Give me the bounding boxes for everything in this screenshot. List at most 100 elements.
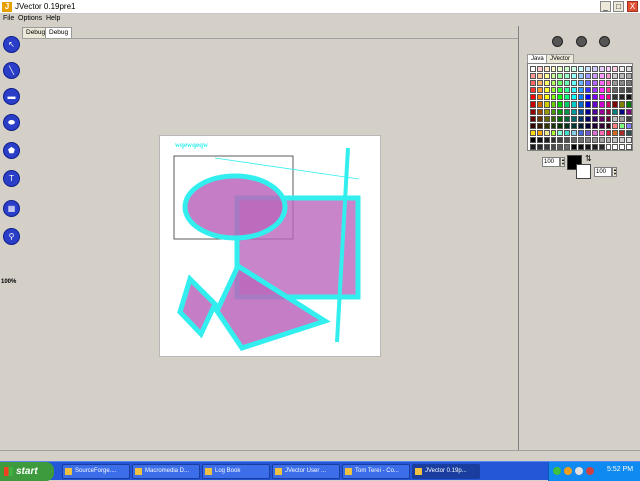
color-swatch[interactable] [605,136,612,143]
color-swatch[interactable] [557,101,564,108]
color-swatch[interactable] [564,80,571,87]
help-icon[interactable] [599,36,610,47]
color-swatch[interactable] [605,108,612,115]
color-swatch[interactable] [591,122,598,129]
color-swatch[interactable] [571,87,578,94]
color-swatch[interactable] [605,101,612,108]
layers-icon[interactable] [576,36,587,47]
color-swatch[interactable] [598,87,605,94]
color-swatch[interactable] [619,143,626,150]
color-swatch[interactable] [543,115,550,122]
color-swatch[interactable] [591,87,598,94]
color-swatch[interactable] [578,87,584,94]
task-tom-terei[interactable]: Tom Terei - Co... [342,464,410,479]
color-swatch[interactable] [619,80,626,87]
color-swatch[interactable] [550,136,557,143]
color-swatch[interactable] [612,115,619,122]
color-swatch[interactable] [550,122,557,129]
color-swatch[interactable] [605,143,612,150]
color-swatch[interactable] [598,143,605,150]
color-swatch[interactable] [530,122,536,129]
title-bar[interactable]: J JVector 0.19pre1 _ □ X [0,0,640,14]
color-swatch[interactable] [564,94,571,101]
color-swatch[interactable] [605,73,612,80]
color-swatch[interactable] [619,122,626,129]
color-swatch[interactable] [626,73,632,80]
color-swatch[interactable] [626,87,632,94]
color-swatch[interactable] [584,143,591,150]
color-swatch[interactable] [530,80,536,87]
color-swatch[interactable] [612,73,619,80]
ellipse-tool-button[interactable]: ⬬ [3,114,20,131]
color-swatch[interactable] [619,66,626,73]
color-swatch[interactable] [619,129,626,136]
color-swatch[interactable] [626,66,632,73]
color-swatch[interactable] [550,115,557,122]
task-macromedia[interactable]: Macromedia D... [132,464,200,479]
color-swatch[interactable] [619,101,626,108]
color-swatch[interactable] [536,66,543,73]
color-swatch[interactable] [543,101,550,108]
color-swatch[interactable] [578,122,584,129]
color-swatch[interactable] [605,94,612,101]
fg-alpha-stepper[interactable]: ▲ ▼ [560,157,565,167]
save-icon[interactable] [552,36,563,47]
color-swatch[interactable] [598,101,605,108]
tab-java[interactable]: Java [527,54,548,63]
color-swatch[interactable] [543,108,550,115]
color-swatch[interactable] [571,143,578,150]
color-swatch[interactable] [564,136,571,143]
color-swatch[interactable] [605,122,612,129]
color-swatch[interactable] [571,101,578,108]
color-swatch[interactable] [564,122,571,129]
color-swatch[interactable] [626,122,632,129]
color-swatch[interactable] [578,66,584,73]
color-swatch[interactable] [626,101,632,108]
color-swatch[interactable] [550,94,557,101]
color-swatch[interactable] [619,87,626,94]
menu-file[interactable]: File [3,15,14,22]
color-swatch[interactable] [536,94,543,101]
color-swatch[interactable] [605,87,612,94]
color-swatch[interactable] [550,143,557,150]
color-swatch[interactable] [571,136,578,143]
color-swatch[interactable] [612,101,619,108]
color-swatch[interactable] [564,66,571,73]
canvas-drawing[interactable]: wqewqeqw [160,136,380,356]
color-swatch[interactable] [536,87,543,94]
color-swatch[interactable] [550,129,557,136]
tray-security-icon[interactable] [575,467,583,475]
color-swatch[interactable] [571,73,578,80]
task-logbook[interactable]: Log Book [202,464,270,479]
color-swatch[interactable] [619,94,626,101]
color-swatch[interactable] [626,143,632,150]
minimize-button[interactable]: _ [600,1,611,12]
drawing-workspace[interactable]: wqewqeqw [22,38,518,450]
color-swatch[interactable] [612,87,619,94]
swap-colors-icon[interactable]: ⇅ [585,154,592,163]
color-swatch[interactable] [578,108,584,115]
color-swatch[interactable] [598,73,605,80]
color-swatch[interactable] [550,66,557,73]
color-swatch[interactable] [578,73,584,80]
color-swatch[interactable] [571,115,578,122]
color-swatch[interactable] [536,143,543,150]
color-swatch[interactable] [536,122,543,129]
color-swatch[interactable] [584,87,591,94]
color-swatch[interactable] [598,115,605,122]
color-swatch[interactable] [598,129,605,136]
color-swatch[interactable] [584,136,591,143]
color-swatch[interactable] [557,129,564,136]
color-swatch[interactable] [598,80,605,87]
color-swatch[interactable] [557,73,564,80]
tray-volume-icon[interactable] [564,467,572,475]
color-swatch[interactable] [571,80,578,87]
color-swatch[interactable] [591,66,598,73]
bg-alpha-field[interactable]: 100 [594,167,612,177]
color-swatch[interactable] [536,101,543,108]
color-swatch[interactable] [536,73,543,80]
color-swatch[interactable] [584,108,591,115]
color-swatch[interactable] [557,122,564,129]
color-swatch[interactable] [557,143,564,150]
color-swatch[interactable] [598,108,605,115]
